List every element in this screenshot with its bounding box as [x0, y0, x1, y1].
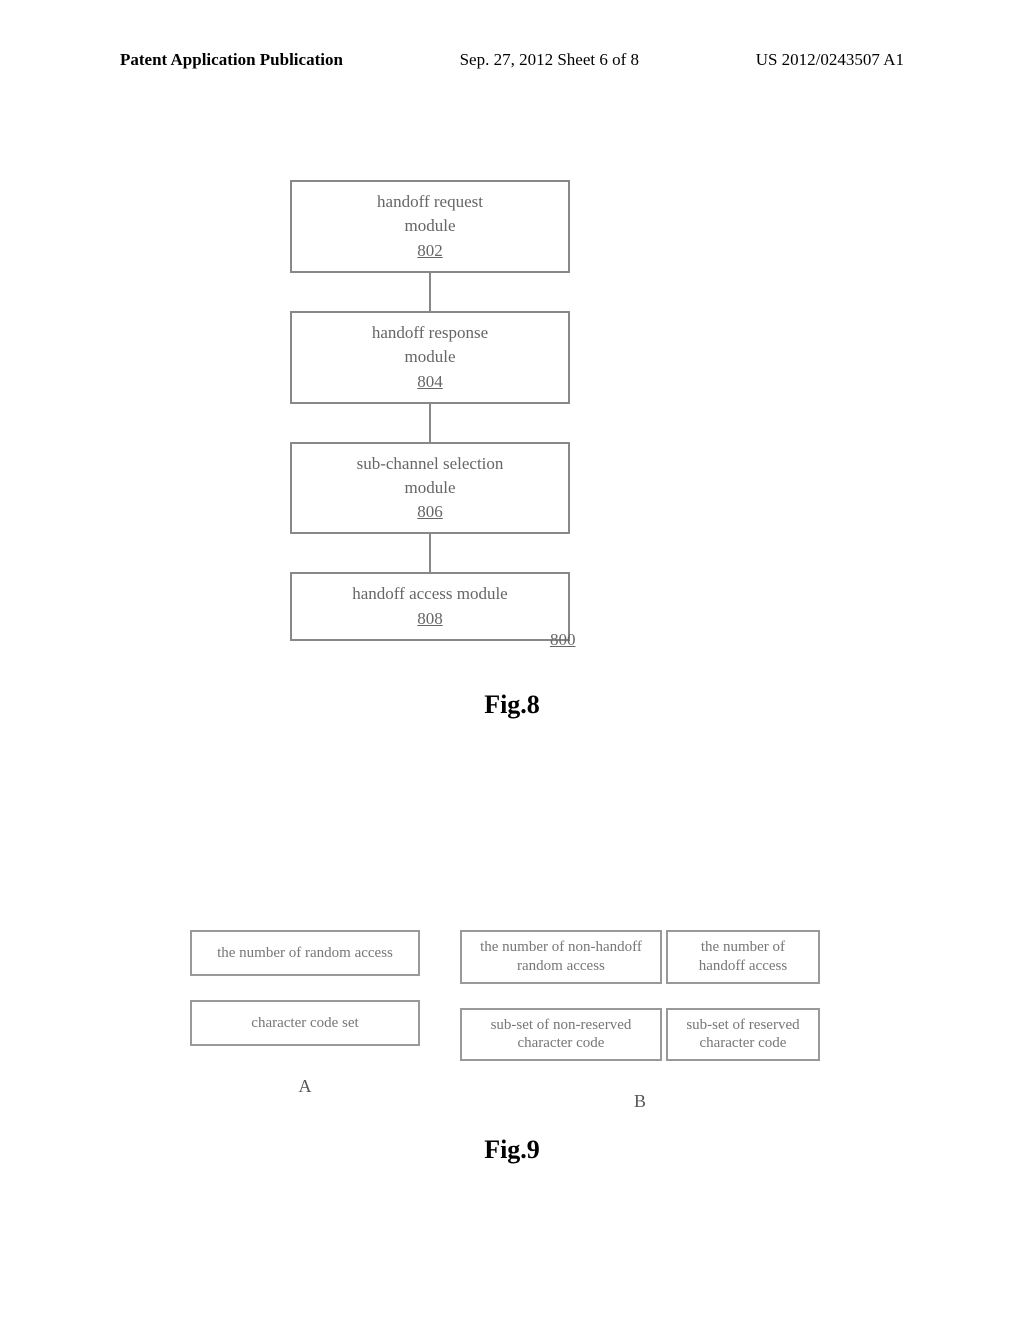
figure-9-column-b: the number of non-handoff random access …	[460, 930, 820, 1112]
connector-line	[429, 534, 431, 572]
module-number: 802	[417, 241, 443, 261]
module-label: handoff access module	[352, 584, 507, 604]
non-reserved-char-code-box: sub-set of non-reserved character code	[460, 1008, 662, 1062]
figure-9-row-1: the number of non-handoff random access …	[460, 930, 820, 984]
column-a-label: A	[190, 1076, 420, 1097]
figure-8-reference-number: 800	[550, 630, 576, 650]
figure-8-caption: Fig.8	[0, 690, 1024, 720]
random-access-count-box: the number of random access	[190, 930, 420, 976]
module-label: module	[405, 347, 456, 367]
reserved-char-code-box: sub-set of reserved character code	[666, 1008, 820, 1062]
header-date-sheet: Sep. 27, 2012 Sheet 6 of 8	[460, 50, 639, 70]
column-b-label: B	[460, 1091, 820, 1112]
module-label: module	[405, 478, 456, 498]
figure-9-caption: Fig.9	[0, 1135, 1024, 1165]
handoff-access-count-box: the number of handoff access	[666, 930, 820, 984]
module-label: handoff response	[372, 323, 488, 343]
figure-9-column-a: the number of random access character co…	[190, 930, 420, 1112]
module-number: 804	[417, 372, 443, 392]
page-header: Patent Application Publication Sep. 27, …	[0, 50, 1024, 70]
character-code-set-box: character code set	[190, 1000, 420, 1046]
non-handoff-random-access-box: the number of non-handoff random access	[460, 930, 662, 984]
connector-line	[429, 273, 431, 311]
module-label: handoff request	[377, 192, 483, 212]
figure-9-diagram: the number of random access character co…	[190, 930, 904, 1112]
figure-9-row-2: sub-set of non-reserved character code s…	[460, 1008, 820, 1062]
module-number: 808	[417, 609, 443, 629]
figure-8-diagram: handoff request module 802 handoff respo…	[290, 180, 570, 641]
sub-channel-selection-module-box: sub-channel selection module 806	[290, 442, 570, 535]
connector-line	[429, 404, 431, 442]
module-label: sub-channel selection	[357, 454, 504, 474]
module-label: module	[405, 216, 456, 236]
header-publication: Patent Application Publication	[120, 50, 343, 70]
handoff-access-module-box: handoff access module 808	[290, 572, 570, 640]
module-number: 806	[417, 502, 443, 522]
header-pub-number: US 2012/0243507 A1	[756, 50, 904, 70]
handoff-response-module-box: handoff response module 804	[290, 311, 570, 404]
handoff-request-module-box: handoff request module 802	[290, 180, 570, 273]
